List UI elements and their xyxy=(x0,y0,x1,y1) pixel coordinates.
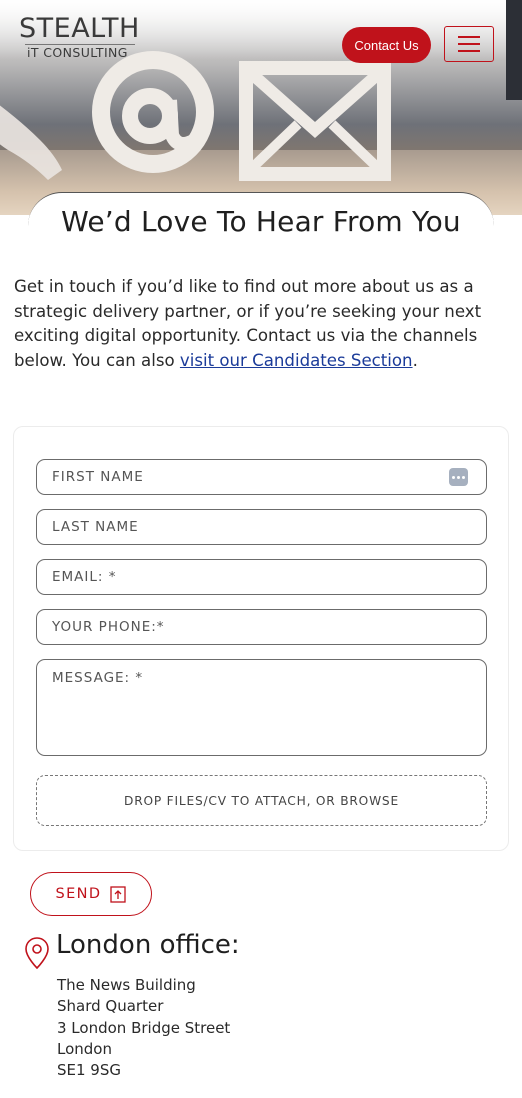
office-title: London office: xyxy=(56,930,240,960)
address-line: London xyxy=(57,1039,112,1058)
phone-placeholder: YOUR PHONE:* xyxy=(52,619,165,635)
first-name-placeholder: FIRST NAME xyxy=(52,469,144,485)
page-title: We’d Love To Hear From You xyxy=(61,205,461,238)
first-name-field[interactable]: FIRST NAME xyxy=(36,459,487,495)
page-title-card: We’d Love To Hear From You xyxy=(28,192,494,252)
last-name-placeholder: LAST NAME xyxy=(52,519,139,535)
address-line: The News Building xyxy=(57,976,196,994)
logo-main-text: STEALTH xyxy=(19,13,140,44)
send-upload-icon xyxy=(110,885,127,903)
address-line: Shard Quarter xyxy=(57,997,164,1016)
location-pin-icon xyxy=(25,937,49,970)
phone-field[interactable]: YOUR PHONE:* xyxy=(36,609,487,645)
address-line: 3 London Bridge Street xyxy=(57,1018,231,1037)
contact-form: FIRST NAME LAST NAME EMAIL: * YOUR PHONE… xyxy=(13,426,509,851)
dropzone-label: DROP FILES/CV TO ATTACH, OR BROWSE xyxy=(124,793,399,808)
send-button[interactable]: SEND xyxy=(30,872,152,916)
intro-suffix: . xyxy=(412,350,418,370)
company-logo[interactable]: STEALTH iT CONSULTING xyxy=(19,14,141,60)
office-address: The News Building Shard Quarter 3 London… xyxy=(57,975,230,1081)
hamburger-menu-icon[interactable] xyxy=(444,26,494,62)
logo-sub-text: iT CONSULTING xyxy=(27,45,128,60)
contact-us-button[interactable]: Contact Us xyxy=(342,27,431,63)
message-placeholder: MESSAGE: * xyxy=(52,670,144,686)
last-name-field[interactable]: LAST NAME xyxy=(36,509,487,545)
send-label: SEND xyxy=(55,886,102,902)
email-field[interactable]: EMAIL: * xyxy=(36,559,487,595)
file-dropzone[interactable]: DROP FILES/CV TO ATTACH, OR BROWSE xyxy=(36,775,487,826)
autofill-dots-icon[interactable] xyxy=(449,468,468,486)
message-textarea[interactable]: MESSAGE: * xyxy=(36,659,487,756)
address-line: SE1 9SG xyxy=(57,1061,121,1080)
candidates-section-link[interactable]: visit our Candidates Section xyxy=(180,351,413,370)
email-placeholder: EMAIL: * xyxy=(52,569,117,585)
intro-paragraph: Get in touch if you’d like to find out m… xyxy=(14,275,514,373)
